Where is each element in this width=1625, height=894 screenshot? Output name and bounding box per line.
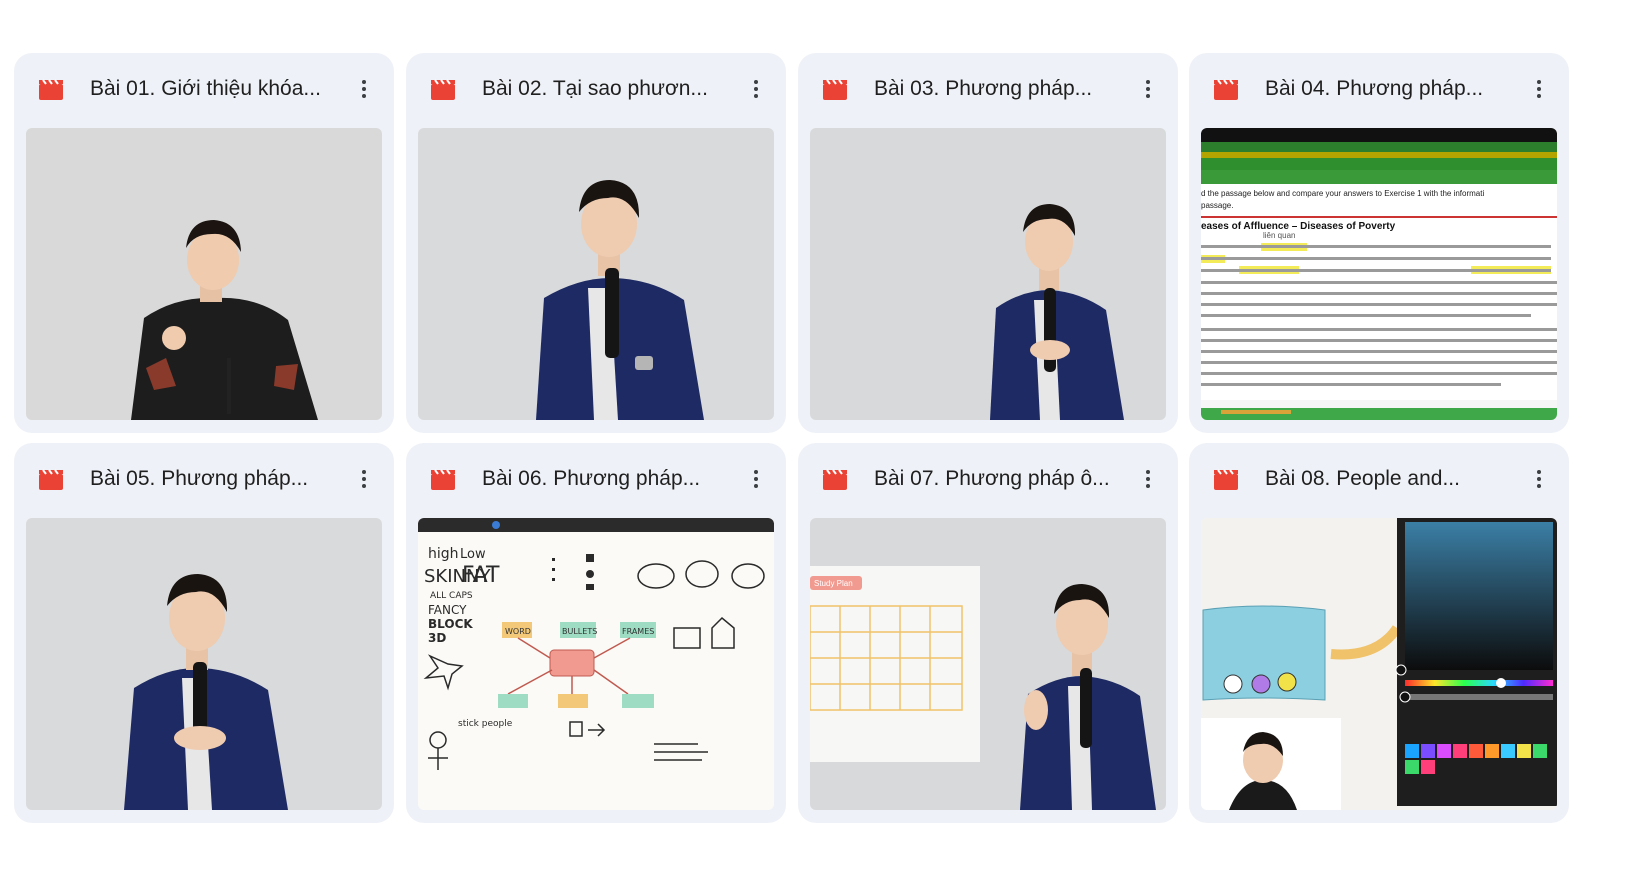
file-title[interactable]: Bài 04. Phương pháp...	[1265, 73, 1527, 105]
video-thumbnail[interactable]	[1201, 518, 1557, 810]
file-card-header: Bài 07. Phương pháp ô...	[798, 443, 1178, 515]
presenter-thumbnail-image	[810, 128, 1166, 420]
file-card[interactable]: Bài 05. Phương pháp...	[14, 443, 394, 823]
passage-line: d the passage below and compare your ans…	[1201, 189, 1484, 198]
video-thumbnail[interactable]	[26, 518, 382, 810]
video-file-icon	[823, 79, 847, 100]
file-card-header: Bài 06. Phương pháp...	[406, 443, 786, 515]
more-options-icon[interactable]	[348, 73, 380, 105]
board-label: BULLETS	[562, 627, 597, 636]
video-file-icon	[431, 79, 455, 100]
reading-passage-thumbnail-image: d the passage below and compare your ans…	[1201, 128, 1557, 420]
file-title[interactable]: Bài 02. Tại sao phươn...	[482, 73, 744, 105]
passage-annotation: liên quan	[1263, 231, 1295, 240]
video-file-icon	[823, 469, 847, 490]
presenter-thumbnail-image	[26, 128, 382, 420]
board-text: FANCY	[428, 603, 467, 617]
file-title[interactable]: Bài 07. Phương pháp ô...	[874, 463, 1136, 495]
file-card-header: Bài 03. Phương pháp...	[798, 53, 1178, 125]
file-card-header: Bài 08. People and...	[1189, 443, 1569, 515]
whiteboard-thumbnail-image: high Low SKINNY FAT ALL CAPS FANCY BLOCK…	[418, 518, 774, 810]
passage-heading: eases of Affluence – Diseases of Poverty	[1201, 221, 1396, 232]
more-options-icon[interactable]	[1132, 73, 1164, 105]
file-card-header: Bài 01. Giới thiệu khóa...	[14, 53, 394, 125]
video-file-icon	[1214, 469, 1238, 490]
file-title[interactable]: Bài 06. Phương pháp...	[482, 463, 744, 495]
file-card[interactable]: Bài 03. Phương pháp...	[798, 53, 1178, 433]
board-text: BLOCK	[428, 617, 473, 631]
board-label: WORD	[505, 627, 531, 636]
file-card[interactable]: Bài 04. Phương pháp... d the passage bel…	[1189, 53, 1569, 433]
board-text: 3D	[428, 631, 446, 645]
board-text: Low	[460, 547, 486, 562]
presenter-thumbnail-image	[418, 128, 774, 420]
board-label: FRAMES	[622, 627, 654, 636]
more-options-icon[interactable]	[1523, 463, 1555, 495]
file-title[interactable]: Bài 03. Phương pháp...	[874, 73, 1136, 105]
video-thumbnail[interactable]: Study Plan	[810, 518, 1166, 810]
more-options-icon[interactable]	[1132, 463, 1164, 495]
board-text: stick people	[458, 719, 513, 729]
file-card[interactable]: Bài 08. People and...	[1189, 443, 1569, 823]
video-thumbnail[interactable]: d the passage below and compare your ans…	[1201, 128, 1557, 420]
video-thumbnail[interactable]	[810, 128, 1166, 420]
more-options-icon[interactable]	[1523, 73, 1555, 105]
video-thumbnail[interactable]	[26, 128, 382, 420]
board-text: high	[428, 546, 459, 562]
presenter-thumbnail-image	[26, 518, 382, 810]
video-file-icon	[39, 469, 63, 490]
more-options-icon[interactable]	[740, 463, 772, 495]
drawing-app-thumbnail-image	[1201, 518, 1557, 810]
board-text: ALL CAPS	[430, 591, 473, 601]
file-card[interactable]: Bài 02. Tại sao phươn...	[406, 53, 786, 433]
file-title[interactable]: Bài 08. People and...	[1265, 463, 1527, 495]
board-text: FAT	[462, 563, 500, 588]
video-thumbnail[interactable]: high Low SKINNY FAT ALL CAPS FANCY BLOCK…	[418, 518, 774, 810]
video-thumbnail[interactable]	[418, 128, 774, 420]
presenter-calendar-thumbnail-image: Study Plan	[810, 518, 1166, 810]
file-card-header: Bài 05. Phương pháp...	[14, 443, 394, 515]
passage-line: passage.	[1201, 201, 1233, 210]
file-card-header: Bài 02. Tại sao phươn...	[406, 53, 786, 125]
file-card[interactable]: Bài 01. Giới thiệu khóa...	[14, 53, 394, 433]
video-file-icon	[431, 469, 455, 490]
file-grid: Bài 01. Giới thiệu khóa... Bài 02. Tại s…	[0, 0, 1625, 894]
file-card-header: Bài 04. Phương pháp...	[1189, 53, 1569, 125]
file-card[interactable]: Bài 07. Phương pháp ô... Study Plan	[798, 443, 1178, 823]
more-options-icon[interactable]	[348, 463, 380, 495]
video-file-icon	[1214, 79, 1238, 100]
more-options-icon[interactable]	[740, 73, 772, 105]
file-title[interactable]: Bài 01. Giới thiệu khóa...	[90, 73, 352, 105]
video-file-icon	[39, 79, 63, 100]
calendar-tag: Study Plan	[814, 579, 853, 588]
file-title[interactable]: Bài 05. Phương pháp...	[90, 463, 352, 495]
file-card[interactable]: Bài 06. Phương pháp... high Low SKINNY F…	[406, 443, 786, 823]
